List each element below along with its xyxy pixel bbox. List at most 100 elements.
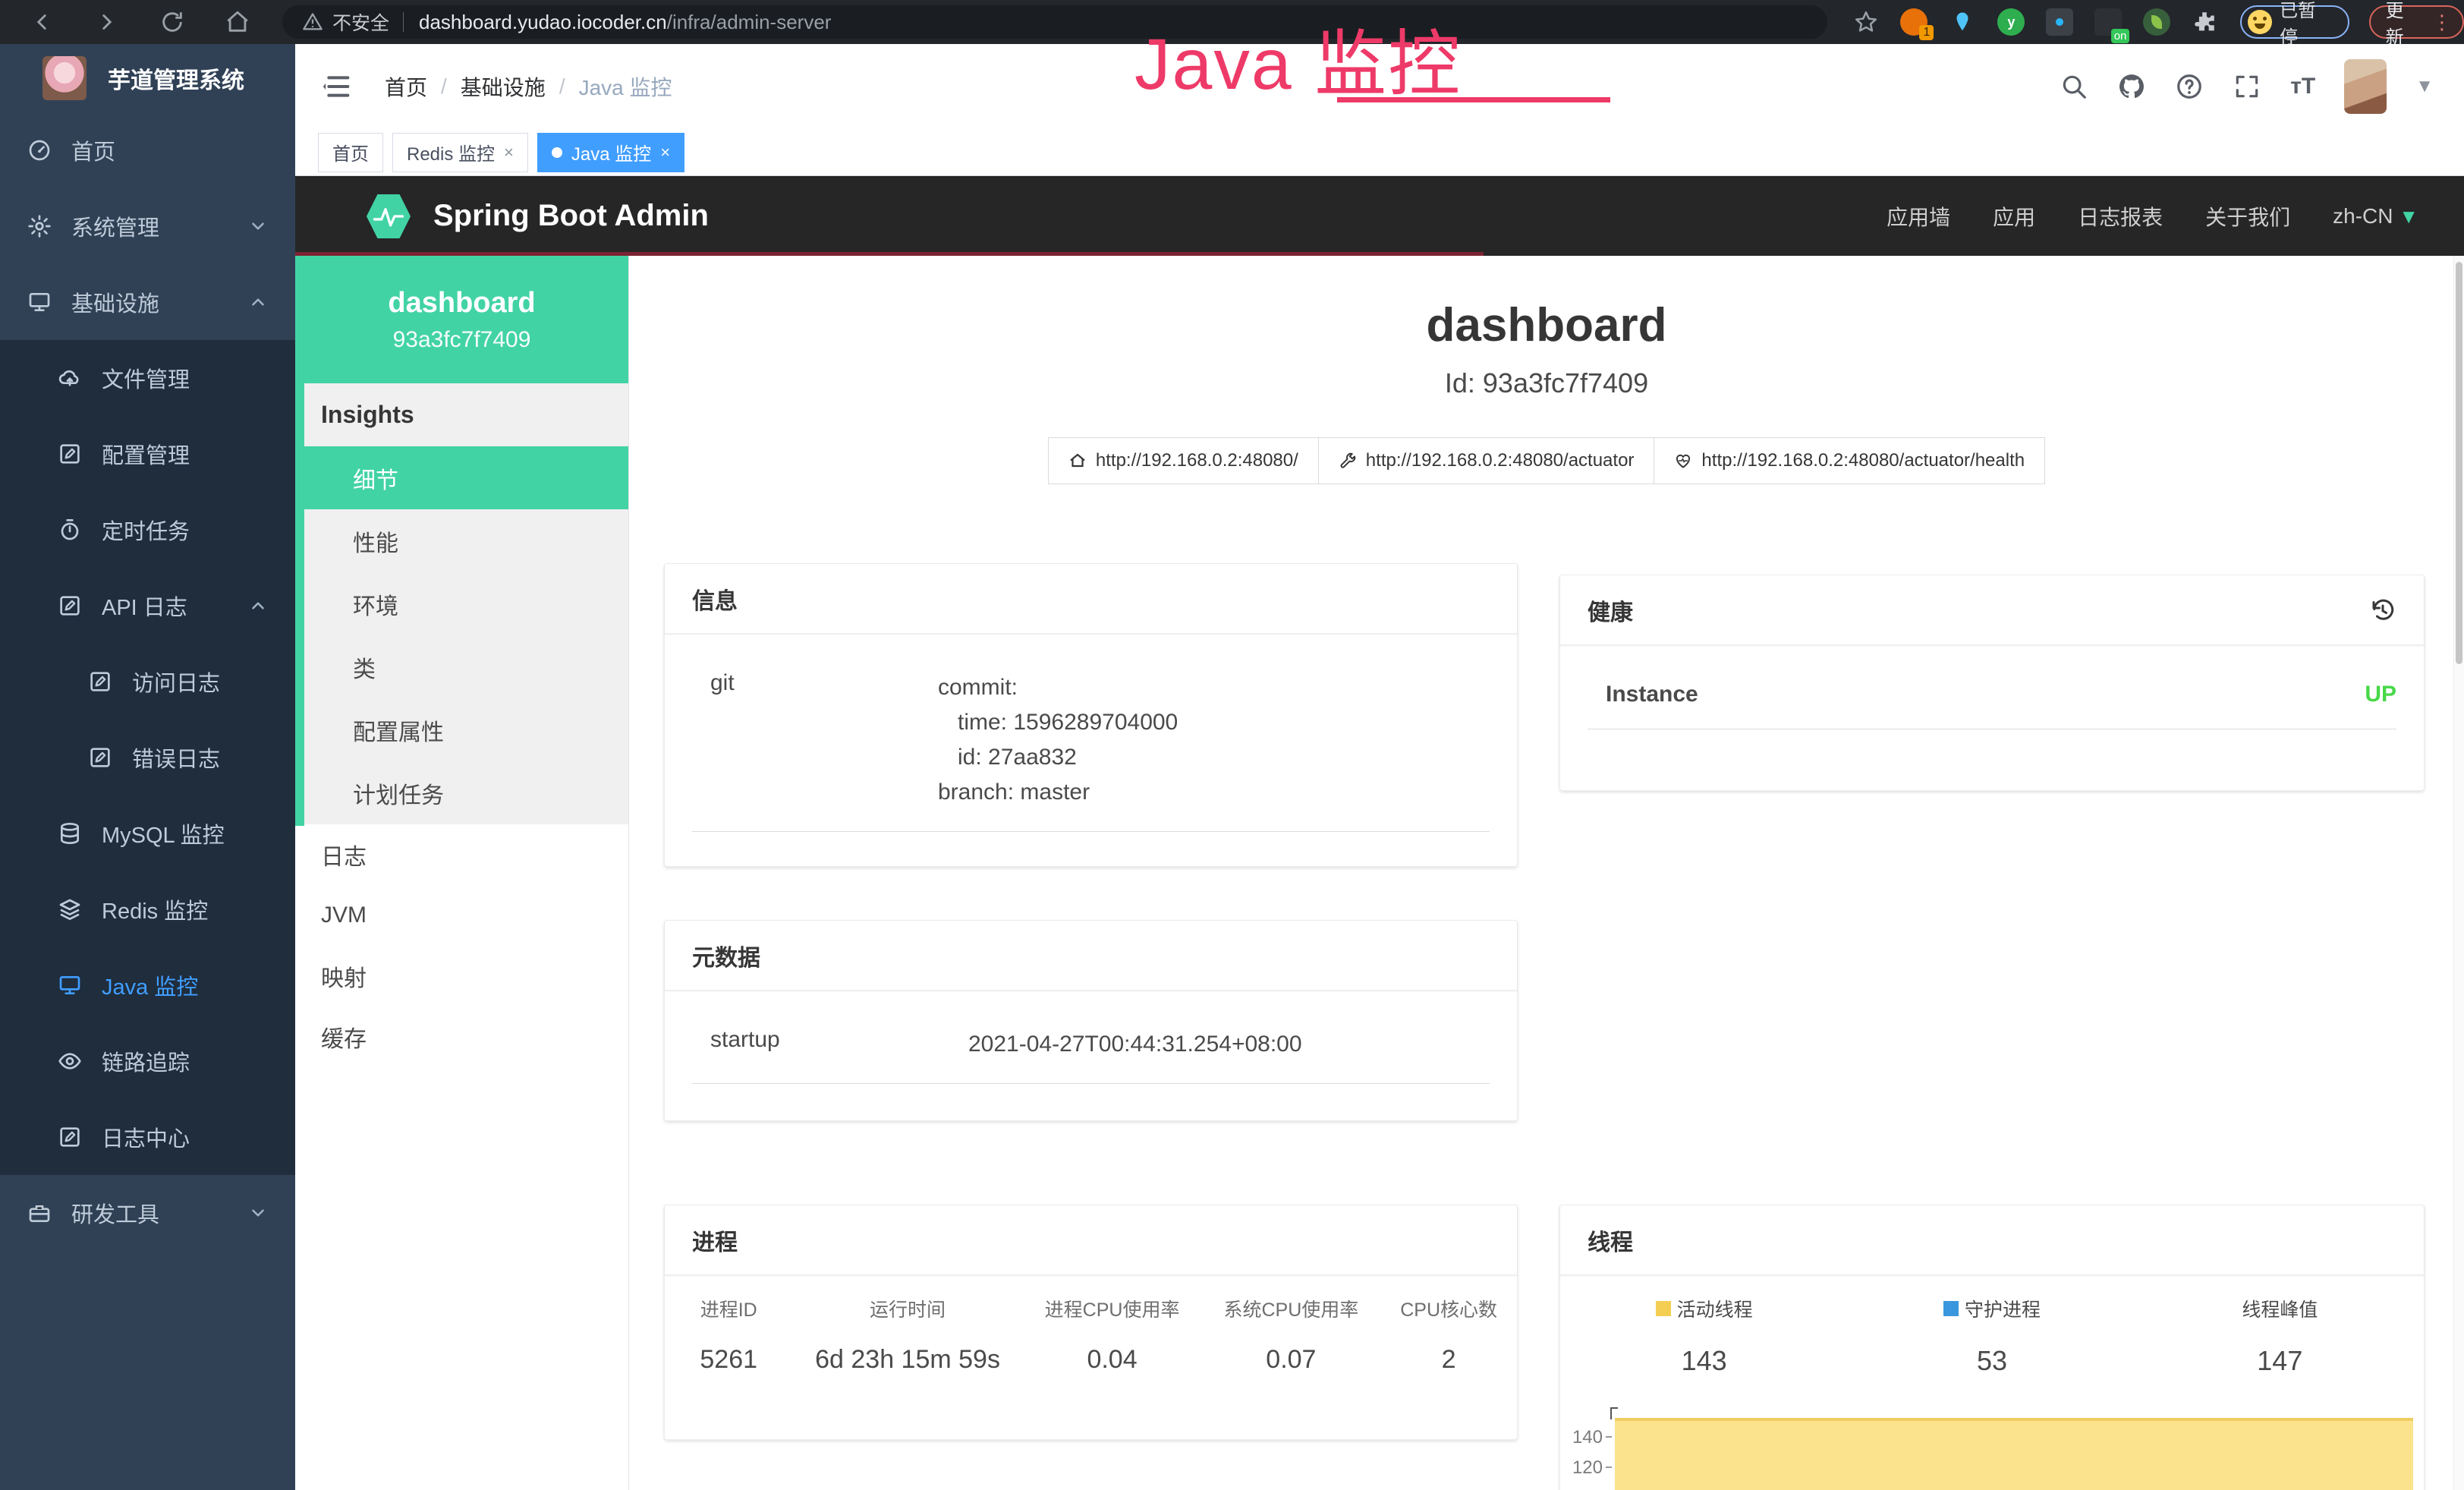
tab-home[interactable]: 首页 (318, 133, 383, 172)
sidebar-item-scheduled-jobs[interactable]: 定时任务 (0, 492, 295, 568)
browser-home-button[interactable] (225, 9, 250, 35)
actuator-url-button[interactable]: http://192.168.0.2:48080/actuator (1319, 437, 1655, 484)
process-value-cpus: 2 (1380, 1322, 1517, 1405)
sidebar-item-java-monitor[interactable]: Java 监控 (0, 947, 295, 1023)
help-icon[interactable] (2175, 72, 2204, 101)
breadcrumb-item-home[interactable]: 首页 (385, 71, 427, 102)
profile-paused-chip[interactable]: 已暂停 (2240, 5, 2349, 39)
menu-item-scheduled-tasks[interactable]: 计划任务 (295, 761, 628, 824)
hamburger-icon[interactable] (323, 71, 353, 102)
extension-icon-orange[interactable]: 1 (1900, 8, 1927, 36)
extension-icon-y[interactable]: y (1997, 8, 2025, 36)
menu-item-mappings[interactable]: 映射 (295, 946, 628, 1006)
info-row-label: git (710, 670, 938, 810)
address-bar[interactable]: 不安全 dashboard.yudao.iocoder.cn/infra/adm… (282, 5, 1827, 39)
github-icon[interactable] (2117, 72, 2146, 101)
sba-nav-applications[interactable]: 应用 (1993, 201, 2035, 232)
legend-peak-threads: 线程峰值 (2136, 1275, 2424, 1322)
instance-name: dashboard (388, 287, 535, 320)
warning-icon (302, 11, 323, 33)
menu-item-environment[interactable]: 环境 (295, 572, 628, 635)
git-branch-line: branch: master (938, 775, 1178, 810)
menu-item-config-props[interactable]: 配置属性 (295, 698, 628, 761)
app-logo-row[interactable]: 芋道管理系统 (0, 44, 295, 112)
process-header-pid: 进程ID (665, 1275, 792, 1322)
git-time-line: time: 1596289704000 (938, 705, 1178, 740)
sidebar-item-config-mgmt[interactable]: 配置管理 (0, 416, 295, 492)
extension-icon-grid[interactable] (2046, 8, 2073, 36)
tab-redis-monitor[interactable]: Redis 监控 × (392, 133, 528, 172)
sba-nav-about[interactable]: 关于我们 (2205, 201, 2290, 232)
live-threads-area-series (1615, 1418, 2413, 1490)
sba-nav-journal[interactable]: 日志报表 (2078, 201, 2163, 232)
info-card-title: 信息 (692, 582, 738, 616)
process-value-proc-cpu: 0.04 (1023, 1322, 1202, 1405)
sidebar-item-label: Redis 监控 (102, 893, 208, 925)
layers-icon (58, 897, 82, 921)
browser-menu-icon[interactable]: ⋮ (2432, 18, 2452, 26)
user-avatar[interactable] (2344, 59, 2387, 114)
sidebar-item-file-mgmt[interactable]: 文件管理 (0, 340, 295, 416)
sidebar-item-access-logs[interactable]: 访问日志 (0, 644, 295, 720)
tab-label: Java 监控 (571, 139, 651, 165)
info-row-git: git commit: time: 1596289704000 id: 27aa… (692, 660, 1490, 832)
scrollbar-thumb[interactable] (2456, 262, 2462, 664)
chevron-down-icon (248, 1203, 268, 1223)
sba-nav-applications-wall[interactable]: 应用墙 (1887, 201, 1950, 232)
monitor-icon (27, 290, 52, 314)
health-card-title: 健康 (1588, 594, 1633, 627)
browser-back-button[interactable] (29, 9, 55, 35)
font-size-icon[interactable]: тT (2290, 74, 2315, 99)
sidebar-item-label: 定时任务 (102, 514, 190, 546)
update-label: 更新 (2386, 0, 2422, 49)
sidebar-item-tracing[interactable]: 链路追踪 (0, 1023, 295, 1099)
dashboard-icon (27, 138, 52, 162)
browser-forward-button[interactable] (94, 9, 120, 35)
extension-icon-pin[interactable] (1949, 8, 1976, 36)
bookmark-star-icon[interactable] (1853, 9, 1879, 35)
health-url-button[interactable]: http://192.168.0.2:48080/actuator/health (1654, 437, 2045, 484)
browser-reload-button[interactable] (159, 9, 185, 35)
sidebar-item-dev-tools[interactable]: 研发工具 (0, 1175, 295, 1251)
menu-item-logs[interactable]: 日志 (295, 824, 628, 885)
metadata-card-title: 元数据 (692, 939, 760, 972)
sidebar-item-system-mgmt[interactable]: 系统管理 (0, 188, 295, 264)
active-tab-dot (552, 147, 562, 158)
close-icon[interactable]: × (504, 143, 514, 162)
service-url-label: http://192.168.0.2:48080/ (1096, 450, 1298, 471)
menu-item-jvm[interactable]: JVM (295, 885, 628, 946)
page-scrollbar[interactable] (2453, 256, 2464, 1490)
sidebar-item-log-center[interactable]: 日志中心 (0, 1099, 295, 1175)
process-card: 进程 进程ID 运行时间 进程CPU使用率 系统CPU使用率 CPU核心数 52… (664, 1205, 1518, 1440)
service-url-button[interactable]: http://192.168.0.2:48080/ (1048, 437, 1319, 484)
sidebar-item-error-logs[interactable]: 错误日志 (0, 720, 295, 795)
breadcrumb-item-infrastructure[interactable]: 基础设施 (461, 71, 546, 102)
insights-group: Insights 细节 性能 环境 类 配置属性 计划任务 (295, 383, 628, 824)
sidebar-item-api-logs[interactable]: API 日志 (0, 568, 295, 644)
url-host: dashboard.yudao.iocoder.cn (419, 11, 667, 34)
sba-locale-select[interactable]: zh-CN ▼ (2333, 204, 2418, 228)
extension-icon-switch[interactable]: on (2094, 8, 2122, 36)
caret-down-icon[interactable]: ▼ (2415, 76, 2434, 97)
info-card: 信息 git commit: time: 1596289704000 id: 2… (664, 563, 1518, 867)
menu-item-classes[interactable]: 类 (295, 635, 628, 698)
fullscreen-icon[interactable] (2233, 72, 2261, 101)
extensions-puzzle-icon[interactable] (2192, 9, 2217, 35)
menu-item-details[interactable]: 细节 (295, 446, 628, 509)
metadata-card: 元数据 startup 2021-04-27T00:44:31.254+08:0… (664, 920, 1518, 1121)
toolbox-icon (27, 1201, 52, 1225)
history-icon[interactable] (2369, 597, 2396, 624)
sidebar-item-mysql-monitor[interactable]: MySQL 监控 (0, 795, 295, 871)
close-icon[interactable]: × (660, 143, 670, 162)
menu-item-performance[interactable]: 性能 (295, 509, 628, 572)
address-separator (403, 12, 404, 32)
annotation-text: Java 监控 (1134, 6, 1462, 110)
extension-icon-leaf[interactable] (2143, 8, 2170, 36)
sidebar-item-home[interactable]: 首页 (0, 112, 295, 188)
browser-update-button[interactable]: 更新 ⋮ (2369, 5, 2464, 39)
search-icon[interactable] (2060, 72, 2088, 101)
tab-java-monitor[interactable]: Java 监控 × (537, 133, 684, 172)
sidebar-item-infrastructure[interactable]: 基础设施 (0, 264, 295, 340)
sidebar-item-redis-monitor[interactable]: Redis 监控 (0, 871, 295, 947)
menu-item-caches[interactable]: 缓存 (295, 1006, 628, 1067)
